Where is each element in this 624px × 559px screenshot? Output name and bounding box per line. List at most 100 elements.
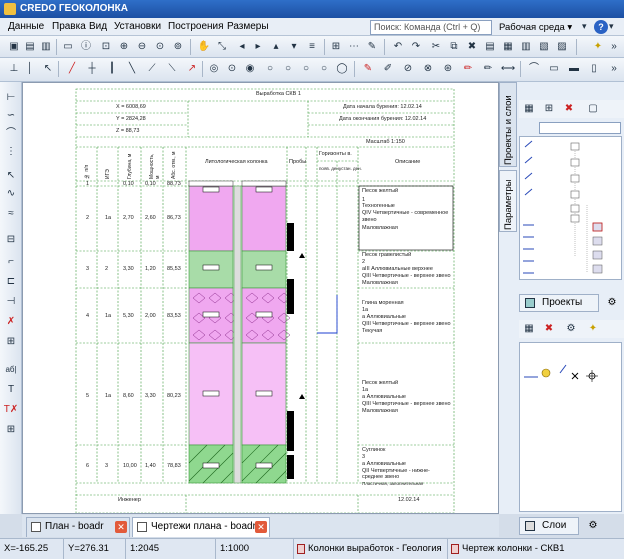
zoom-window-icon[interactable]: ⊡	[98, 39, 114, 55]
close-icon[interactable]: ✕	[115, 521, 127, 533]
frame-2-icon[interactable]: ▬	[566, 61, 582, 77]
delete-line-icon[interactable]: ✗	[3, 314, 19, 330]
node-icon[interactable]: ┼	[84, 61, 100, 77]
highlight-icon[interactable]: ✦	[590, 39, 606, 55]
menu-dimensions[interactable]: Размеры	[227, 20, 269, 34]
circle-5-icon[interactable]: ◯	[334, 61, 350, 77]
cursor-icon[interactable]: ↖	[40, 61, 56, 77]
more-icon[interactable]: »	[606, 39, 622, 55]
arrow-red-icon[interactable]: ↗	[184, 61, 200, 77]
dimension-icon[interactable]: ⊣	[3, 294, 19, 310]
step-icon[interactable]: ⊏	[3, 274, 19, 290]
circle-2-icon[interactable]: ○	[280, 61, 296, 77]
menu-constructions[interactable]: Построения	[168, 20, 224, 34]
circle-icon[interactable]: ○	[262, 61, 278, 77]
layer-light-icon[interactable]: ✦	[585, 321, 601, 337]
panel-gear-icon[interactable]: ⚙	[603, 294, 621, 312]
dim-icon[interactable]: ⟷	[500, 61, 516, 77]
segment-icon[interactable]: ⟍	[164, 61, 180, 77]
menu-data[interactable]: Данные	[8, 20, 44, 34]
menu-edit[interactable]: Правка	[52, 20, 86, 34]
frame-3-icon[interactable]: ▯	[586, 61, 602, 77]
move-down-icon[interactable]: ▾	[286, 39, 302, 55]
pin-icon[interactable]: ⊥	[6, 61, 22, 77]
project-tree[interactable]	[519, 136, 622, 280]
layers-button[interactable]: Слои	[519, 517, 579, 535]
vertex-icon[interactable]: ⊢	[3, 90, 19, 106]
edit-2-icon[interactable]: ✐	[380, 61, 396, 77]
circle-center-icon[interactable]: ◎	[206, 61, 222, 77]
zoom-all-icon[interactable]: ⊚	[170, 39, 186, 55]
pointer-icon[interactable]: ↖	[3, 168, 19, 184]
copy-icon[interactable]: ⧉	[446, 39, 462, 55]
hatch-2-icon[interactable]: ⊗	[420, 61, 436, 77]
snap-icon[interactable]: ⋯	[346, 39, 362, 55]
projects-button[interactable]: Проекты	[519, 294, 599, 312]
align-icon[interactable]: ≡	[304, 39, 320, 55]
vertical-tool-icon[interactable]: ⋮	[3, 144, 19, 160]
cut-icon[interactable]: ✂	[428, 39, 444, 55]
save-icon[interactable]: ▥	[38, 39, 54, 55]
pan-hand-icon[interactable]: ✋	[196, 39, 212, 55]
tree-icon[interactable]: ⊞	[541, 101, 557, 117]
help-icon[interactable]: ?	[594, 20, 608, 34]
brush-icon[interactable]: ✎	[364, 39, 380, 55]
command-search-input[interactable]: Поиск: Команда (Ctrl + Q)	[370, 20, 492, 35]
tab-projects-layers[interactable]: Проекты и слои	[499, 82, 517, 167]
delete-icon[interactable]: ✖	[464, 39, 480, 55]
draw-red-icon[interactable]: ✏	[460, 61, 476, 77]
zoom-out-icon[interactable]: ⊖	[134, 39, 150, 55]
layers-icon[interactable]: ▦	[521, 101, 537, 117]
layers-list[interactable]	[519, 342, 622, 512]
layer-delete-icon[interactable]: ✖	[541, 321, 557, 337]
frame-icon[interactable]: ▭	[546, 61, 562, 77]
help-chevron-icon[interactable]: ▾	[609, 21, 619, 34]
workspace-dropdown[interactable]: Рабочая среда ▾	[499, 20, 572, 35]
curve-icon[interactable]: ∽	[3, 108, 19, 124]
measure-icon[interactable]: ⊞	[3, 334, 19, 350]
ruler-icon[interactable]: ⊟	[3, 232, 19, 248]
text-move-icon[interactable]: T	[3, 382, 19, 398]
vert-node-icon[interactable]: ┃	[104, 61, 120, 77]
filter-field[interactable]	[539, 122, 621, 134]
spline-icon[interactable]: ∿	[3, 186, 19, 202]
undo-icon[interactable]: ↶	[390, 39, 406, 55]
delete-icon[interactable]: ✖	[561, 101, 577, 117]
circle-3-icon[interactable]: ○	[298, 61, 314, 77]
corner-icon[interactable]: ⌐	[3, 254, 19, 270]
vertical-line-icon[interactable]: │	[22, 61, 38, 77]
redo-icon[interactable]: ↷	[408, 39, 424, 55]
table-tool-icon[interactable]: ⊞	[3, 422, 19, 438]
menu-view[interactable]: Вид	[89, 20, 107, 34]
wave-icon[interactable]: ≈	[3, 206, 19, 222]
window-icon[interactable]: ▭	[60, 39, 76, 55]
properties-icon[interactable]: ▦	[500, 39, 516, 55]
import-icon[interactable]: ▨	[554, 39, 570, 55]
doc-icon[interactable]: ▢	[585, 101, 601, 117]
text-tool-icon[interactable]: аб|	[3, 362, 19, 378]
export-icon[interactable]: ▧	[536, 39, 552, 55]
close-icon[interactable]: ✕	[255, 521, 267, 533]
text-delete-icon[interactable]: T✗	[3, 402, 19, 418]
fit-icon[interactable]: ⤡	[214, 39, 230, 55]
edit-red-icon[interactable]: ✎	[360, 61, 376, 77]
new-icon[interactable]: ▣	[6, 39, 22, 55]
status-layer-1[interactable]: Колонки выработок - Геология	[294, 539, 448, 559]
layer-props-icon[interactable]: ⚙	[563, 321, 579, 337]
arc-icon[interactable]: ⌒	[526, 61, 542, 77]
move-right-icon[interactable]: ▸	[250, 39, 266, 55]
move-up-icon[interactable]: ▴	[268, 39, 284, 55]
draw-icon[interactable]: ✏	[480, 61, 496, 77]
info-icon[interactable]: ⓘ	[78, 39, 94, 55]
layer-add-icon[interactable]: ▦	[521, 321, 537, 337]
open-icon[interactable]: ▤	[22, 39, 38, 55]
hatch-icon[interactable]: ⊘	[400, 61, 416, 77]
paste-icon[interactable]: ▤	[482, 39, 498, 55]
move-left-icon[interactable]: ◂	[234, 39, 250, 55]
dropdown-arrow-icon[interactable]: ▾	[582, 21, 592, 34]
more-2-icon[interactable]: »	[606, 61, 622, 77]
zoom-in-icon[interactable]: ⊕	[116, 39, 132, 55]
polyline-icon[interactable]: ⟋	[144, 61, 160, 77]
tab-drawings[interactable]: Чертежи плана - boadr ✕	[132, 517, 270, 537]
diagonal-line-icon[interactable]: ╲	[124, 61, 140, 77]
